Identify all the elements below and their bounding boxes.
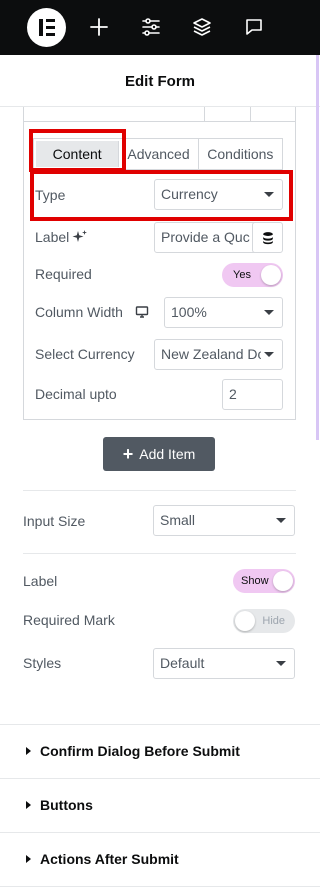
styles-value: Default xyxy=(160,655,205,671)
top-toolbar xyxy=(0,0,320,55)
required-toggle-text: Yes xyxy=(233,269,251,281)
divider xyxy=(250,107,251,121)
caret-down-icon xyxy=(264,310,274,315)
type-label: Type xyxy=(35,187,66,203)
section-label: Confirm Dialog Before Submit xyxy=(40,743,240,759)
divider xyxy=(23,553,296,554)
divider xyxy=(24,121,295,122)
add-item-button[interactable]: + Add Item xyxy=(103,437,215,471)
required-mark-label: Required Mark xyxy=(23,612,115,628)
plus-icon: + xyxy=(122,444,134,464)
styles-label: Styles xyxy=(23,655,62,671)
required-label: Required xyxy=(35,266,92,282)
toggle-knob xyxy=(235,611,255,631)
field-tabs: Content Advanced Conditions xyxy=(33,138,283,170)
toggle-knob xyxy=(261,265,281,285)
form-label-label: Label xyxy=(23,573,58,589)
required-mark-toggle-text: Hide xyxy=(262,615,285,627)
type-value: Currency xyxy=(161,186,218,202)
elementor-logo-icon[interactable] xyxy=(27,8,66,47)
required-mark-toggle[interactable]: Hide xyxy=(233,609,295,633)
section-label: Buttons xyxy=(40,797,93,813)
divider xyxy=(204,107,205,121)
add-item-label: Add Item xyxy=(139,446,196,462)
decimal-upto-label: Decimal upto xyxy=(35,386,117,402)
label-toggle[interactable]: Show xyxy=(233,569,295,593)
select-currency-select[interactable]: New Zealand Do xyxy=(154,339,283,370)
tab-advanced[interactable]: Advanced xyxy=(119,139,199,169)
tab-conditions[interactable]: Conditions xyxy=(199,139,282,169)
section-label: Actions After Submit xyxy=(40,851,179,867)
database-icon xyxy=(263,232,273,245)
caret-right-icon xyxy=(26,747,31,755)
caret-down-icon xyxy=(264,352,274,357)
plus-icon[interactable] xyxy=(87,15,111,39)
toggle-knob xyxy=(273,571,293,591)
input-size-value: Small xyxy=(160,512,196,528)
type-select[interactable]: Currency xyxy=(154,179,283,210)
label-label: Label xyxy=(35,229,70,245)
caret-down-icon xyxy=(276,661,286,666)
page-title: Edit Form xyxy=(125,73,195,90)
styles-select[interactable]: Default xyxy=(153,648,295,679)
divider xyxy=(23,490,296,491)
caret-right-icon xyxy=(26,801,31,809)
chat-icon[interactable] xyxy=(242,15,266,39)
column-width-label: Column Width xyxy=(35,304,123,320)
sparkle-icon[interactable] xyxy=(72,229,88,245)
decimal-upto-input[interactable]: 2 xyxy=(222,379,283,410)
sliders-icon[interactable] xyxy=(139,15,163,39)
desktop-icon[interactable] xyxy=(135,305,149,319)
panel-header: Edit Form xyxy=(0,55,320,107)
input-size-label: Input Size xyxy=(23,513,86,529)
tab-content[interactable]: Content xyxy=(36,141,120,167)
decimal-upto-value: 2 xyxy=(229,386,237,402)
required-toggle[interactable]: Yes xyxy=(222,263,283,287)
select-currency-label: Select Currency xyxy=(35,346,135,362)
column-width-value: 100% xyxy=(171,304,207,320)
input-size-select[interactable]: Small xyxy=(153,505,295,536)
scrollbar[interactable] xyxy=(316,55,319,440)
section-actions-after-submit[interactable]: Actions After Submit xyxy=(0,833,320,887)
layers-icon[interactable] xyxy=(190,15,214,39)
caret-right-icon xyxy=(26,855,31,863)
select-currency-value: New Zealand Do xyxy=(161,346,261,362)
caret-down-icon xyxy=(276,518,286,523)
dynamic-tags-button[interactable] xyxy=(252,222,283,253)
label-value: Provide a Quc xyxy=(161,229,250,245)
section-buttons[interactable]: Buttons xyxy=(0,779,320,833)
column-width-select[interactable]: 100% xyxy=(164,297,283,328)
caret-down-icon xyxy=(264,192,274,197)
section-confirm-dialog[interactable]: Confirm Dialog Before Submit xyxy=(0,725,320,779)
label-toggle-text: Show xyxy=(241,575,269,587)
label-input[interactable]: Provide a Quc xyxy=(154,222,257,253)
